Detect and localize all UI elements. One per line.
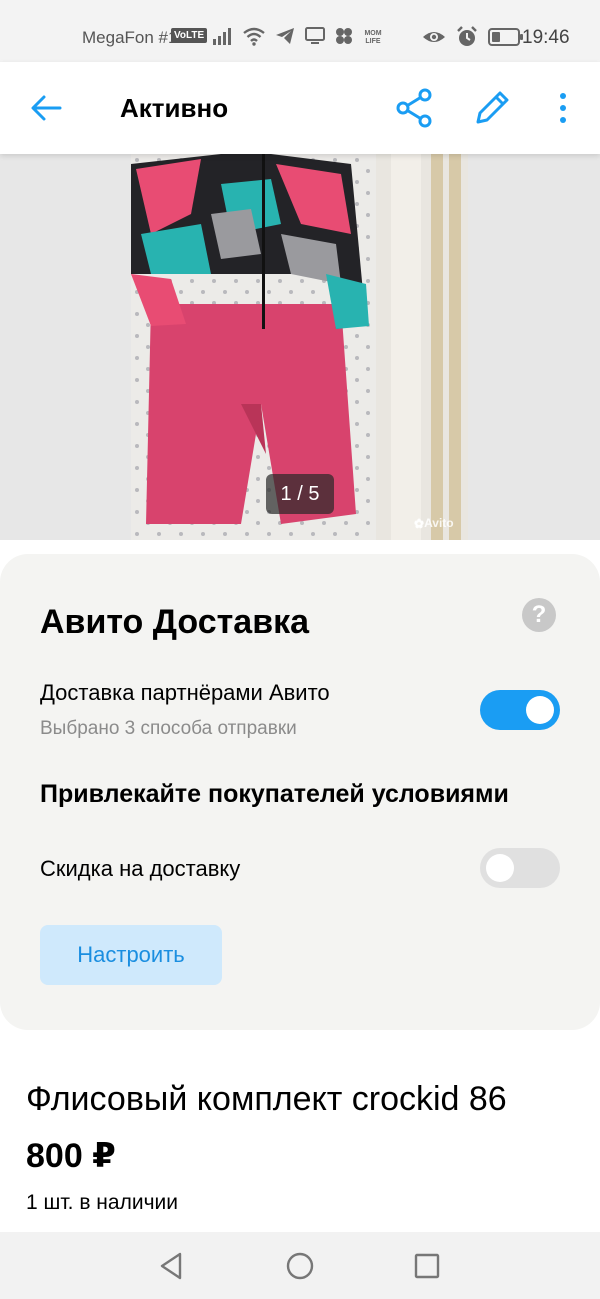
nav-recent-apps-icon[interactable] xyxy=(411,1250,443,1282)
nav-back-icon[interactable] xyxy=(156,1250,188,1282)
partner-delivery-label: Доставка партнёрами Авито xyxy=(40,680,330,705)
stock-count: 1 шт. в наличии xyxy=(26,1191,178,1214)
avito-logo-icon: ✿ xyxy=(414,516,425,530)
watermark-text: Avito xyxy=(424,516,454,530)
delivery-card: Авито Доставка ? Доставка партнёрами Ави… xyxy=(0,554,600,1030)
telegram-icon xyxy=(276,28,294,44)
back-arrow-icon xyxy=(31,95,62,121)
nav-home-icon[interactable] xyxy=(284,1250,316,1282)
status-bar: MegaFon #1 VoLTE MOM LIFE 19:46 xyxy=(0,0,600,62)
toggle-knob xyxy=(526,696,554,724)
edit-button[interactable] xyxy=(470,86,514,130)
svg-text:LIFE: LIFE xyxy=(365,38,380,45)
partner-delivery-subtitle: Выбрано 3 способа отправки xyxy=(40,718,297,739)
more-options-button[interactable] xyxy=(548,86,578,130)
photo-gallery[interactable]: ✿ 1 / 5 ✿Avito xyxy=(0,154,600,540)
signal-icon xyxy=(213,28,231,45)
cast-icon xyxy=(305,27,325,44)
momlife-icon: MOM LIFE xyxy=(364,30,381,45)
alarm-icon xyxy=(457,26,477,46)
eye-icon xyxy=(423,32,445,42)
paw-icon xyxy=(336,28,352,44)
svg-text:MOM: MOM xyxy=(364,30,381,37)
page-title: Активно xyxy=(120,93,229,123)
system-navigation-bar xyxy=(0,1232,600,1299)
edit-pencil-icon xyxy=(476,91,509,124)
listing-title: Флисовый комплект crockid 86 xyxy=(26,1080,507,1118)
status-icons-left: MOM LIFE xyxy=(212,26,384,46)
photo-watermark: ✿Avito xyxy=(414,516,454,530)
section-title: Привлекайте покупателей условиями xyxy=(40,780,509,808)
carrier-name: MegaFon #1 xyxy=(82,28,178,47)
discount-delivery-label: Скидка на доставку xyxy=(40,856,241,881)
discount-delivery-toggle[interactable] xyxy=(480,848,560,888)
listing-price: 800 ₽ xyxy=(26,1137,116,1175)
back-button[interactable] xyxy=(24,88,68,128)
status-time: 19:46 xyxy=(522,27,570,48)
photo-counter: 1 / 5 xyxy=(266,474,334,514)
share-icon xyxy=(396,88,432,128)
help-icon[interactable]: ? xyxy=(522,598,556,632)
app-bar: Активно xyxy=(0,62,600,154)
setup-button[interactable]: Настроить xyxy=(40,925,222,985)
volte-badge: VoLTE xyxy=(171,28,208,43)
partner-delivery-toggle[interactable] xyxy=(480,690,560,730)
status-icons-right xyxy=(422,26,524,48)
delivery-title: Авито Доставка xyxy=(40,603,310,641)
toggle-knob xyxy=(486,854,514,882)
wifi-icon xyxy=(243,27,265,46)
share-button[interactable] xyxy=(392,86,436,130)
more-vertical-icon xyxy=(560,93,566,123)
battery-icon xyxy=(488,28,523,46)
